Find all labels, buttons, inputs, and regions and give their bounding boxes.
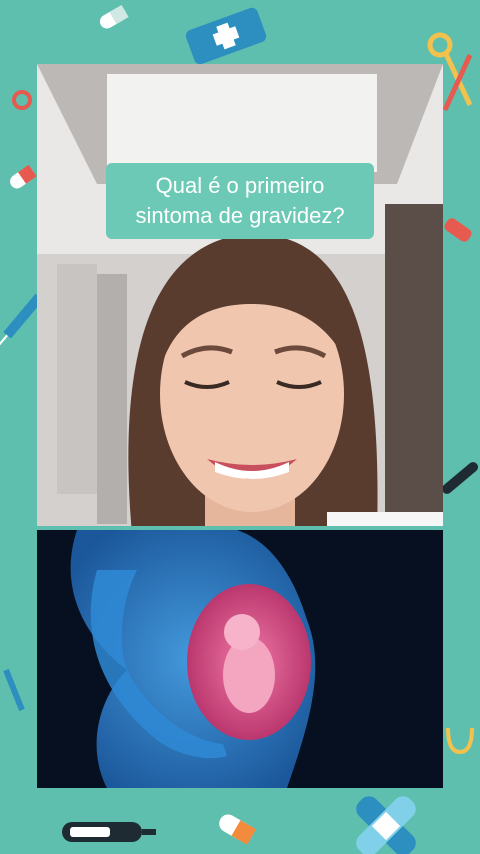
caption-line-2: sintoma de gravidez? (135, 203, 345, 228)
thermometer-icon (441, 462, 479, 494)
fetus-in-womb-illustration (37, 530, 443, 788)
speaker-scene (37, 64, 443, 526)
bandage-icon (444, 218, 472, 242)
question-caption: Qual é o primeiro sintoma de gravidez? (106, 163, 374, 239)
caption-line-1: Qual é o primeiro (155, 173, 325, 198)
pill-icon (99, 4, 129, 29)
pill-icon (219, 814, 257, 845)
bandage-icon (356, 796, 416, 854)
pregnancy-illustration (37, 530, 443, 788)
stethoscope-icon (446, 727, 474, 755)
thermometer-icon (62, 822, 156, 842)
scissors-icon (12, 90, 32, 110)
stethoscope-icon (3, 668, 25, 712)
pill-icon (10, 164, 37, 189)
first-aid-kit-icon (185, 7, 267, 65)
video-frame-speaker (37, 64, 443, 526)
